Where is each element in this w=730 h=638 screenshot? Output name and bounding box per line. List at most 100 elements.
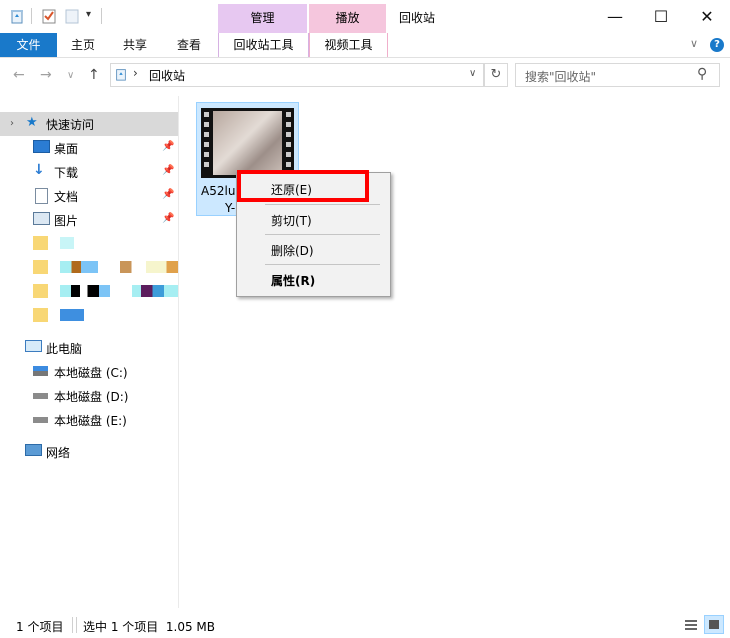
menu-item-properties[interactable]: 属性(R) — [271, 272, 315, 289]
breadcrumb-path[interactable]: 回收站 — [149, 67, 185, 84]
pane-divider[interactable] — [178, 96, 179, 608]
nav-item-documents[interactable]: 文档 📌 — [0, 184, 178, 208]
minimize-button[interactable]: — — [592, 0, 638, 33]
thumbnail-image — [213, 111, 282, 175]
nav-item-drive-d[interactable]: 本地磁盘 (D:) — [0, 384, 178, 408]
nav-label: 本地磁盘 (C:) — [54, 366, 128, 380]
menu-separator — [265, 234, 380, 235]
address-dropdown-icon[interactable]: ∨ — [469, 68, 476, 79]
nav-item-this-pc[interactable]: 此电脑 — [0, 336, 178, 360]
nav-label: 图片 — [54, 214, 79, 228]
maximize-button[interactable]: ☐ — [638, 0, 684, 33]
recent-locations-button[interactable]: ∨ — [67, 70, 74, 81]
search-input[interactable]: 搜索"回收站" — [525, 68, 596, 85]
new-folder-icon[interactable] — [64, 8, 80, 24]
redacted-label — [132, 285, 178, 297]
pin-icon[interactable]: 📌 — [162, 189, 174, 200]
drive-icon — [33, 366, 48, 376]
redacted-label — [60, 237, 74, 249]
properties-icon[interactable] — [41, 8, 57, 24]
menu-item-delete[interactable]: 删除(D) — [271, 242, 314, 259]
help-icon[interactable]: ? — [710, 38, 724, 52]
redacted-label — [60, 285, 110, 297]
nav-label: 此电脑 — [46, 342, 83, 356]
divider — [31, 8, 32, 24]
redacted-label — [60, 309, 84, 321]
nav-item-drive-c[interactable]: 本地磁盘 (C:) — [0, 360, 178, 384]
address-bar[interactable]: › 回收站 ∨ — [110, 63, 484, 87]
desktop-icon — [33, 140, 50, 153]
folder-icon — [33, 260, 48, 274]
ribbon-expand-icon[interactable]: ∨ — [690, 37, 698, 50]
address-row: ← → ∨ ↑ › 回收站 ∨ ↻ 搜索"回收站" ⚲ — [0, 58, 730, 94]
search-box[interactable]: 搜索"回收站" ⚲ — [515, 63, 720, 87]
pictures-icon — [33, 212, 50, 225]
tab-home[interactable]: 主页 — [62, 33, 104, 57]
expand-icon[interactable]: › — [10, 118, 14, 129]
pin-icon[interactable]: 📌 — [162, 141, 174, 152]
menu-item-cut[interactable]: 剪切(T) — [271, 212, 312, 229]
nav-label: 本地磁盘 (E:) — [54, 414, 127, 428]
tab-view[interactable]: 查看 — [168, 33, 210, 57]
tab-share[interactable]: 共享 — [114, 33, 156, 57]
pin-icon[interactable]: 📌 — [162, 213, 174, 224]
menu-separator — [265, 264, 380, 265]
status-bar: 1 个项目 选中 1 个项目 1.05 MB — [0, 612, 730, 638]
divider — [76, 617, 77, 633]
nav-label: 下载 — [54, 166, 79, 180]
nav-item-desktop[interactable]: 桌面 📌 — [0, 136, 178, 160]
recycle-bin-icon — [116, 69, 126, 81]
large-icons-view-icon[interactable] — [704, 615, 724, 634]
nav-item-folder[interactable] — [0, 280, 178, 304]
selection-info: 选中 1 个项目 1.05 MB — [83, 620, 216, 634]
search-icon[interactable]: ⚲ — [697, 66, 707, 82]
nav-item-downloads[interactable]: ↓ 下载 📌 — [0, 160, 178, 184]
tab-recycle-bin-tools[interactable]: 回收站工具 — [218, 33, 309, 57]
close-button[interactable]: ✕ — [684, 0, 730, 33]
star-icon: ★ — [26, 115, 38, 130]
ribbon-tabs: 文件 主页 共享 查看 回收站工具 视频工具 ∨ ? — [0, 33, 730, 58]
nav-label: 桌面 — [54, 142, 79, 156]
nav-label: 文档 — [54, 190, 79, 204]
video-thumbnail — [201, 108, 294, 178]
context-tab-play: 播放 — [309, 4, 386, 33]
document-icon — [35, 188, 48, 204]
network-icon — [25, 444, 42, 456]
nav-quick-access[interactable]: › ★ 快速访问 — [0, 112, 178, 136]
back-button[interactable]: ← — [13, 67, 25, 83]
navigation-pane: › ★ 快速访问 桌面 📌 ↓ 下载 📌 文档 📌 图片 📌 此电脑 本地磁盘 … — [0, 96, 178, 608]
folder-icon — [33, 236, 48, 250]
folder-icon — [33, 308, 48, 322]
drive-icon — [33, 393, 48, 399]
computer-icon — [25, 340, 42, 352]
pin-icon[interactable]: 📌 — [162, 165, 174, 176]
divider — [72, 617, 73, 633]
nav-label: 本地磁盘 (D:) — [54, 390, 129, 404]
nav-item-folder[interactable] — [0, 304, 178, 328]
nav-item-folder[interactable] — [0, 256, 178, 280]
folder-icon — [33, 284, 48, 298]
title-bar: ▾ 管理 播放 回收站 — ☐ ✕ — [0, 0, 730, 33]
tab-file[interactable]: 文件 — [0, 33, 57, 57]
customize-toolbar-icon[interactable]: ▾ — [86, 9, 91, 20]
nav-item-pictures[interactable]: 图片 📌 — [0, 208, 178, 232]
tab-video-tools[interactable]: 视频工具 — [309, 33, 388, 57]
divider — [101, 8, 102, 24]
nav-item-drive-e[interactable]: 本地磁盘 (E:) — [0, 408, 178, 432]
redacted-label — [120, 261, 178, 273]
highlight-box — [237, 170, 369, 202]
refresh-button[interactable]: ↻ — [484, 63, 508, 87]
up-button[interactable]: ↑ — [88, 67, 100, 83]
window-title: 回收站 — [399, 11, 436, 25]
download-icon: ↓ — [33, 162, 45, 178]
forward-button[interactable]: → — [40, 67, 52, 83]
menu-separator — [265, 204, 380, 205]
nav-item-folder[interactable] — [0, 232, 178, 256]
recycle-bin-icon[interactable] — [9, 8, 25, 24]
drive-icon — [33, 417, 48, 423]
nav-label: 网络 — [46, 446, 71, 460]
breadcrumb-separator-icon: › — [133, 66, 138, 80]
details-view-icon[interactable] — [683, 617, 699, 633]
nav-item-network[interactable]: 网络 — [0, 440, 178, 464]
nav-label: 快速访问 — [46, 118, 95, 132]
